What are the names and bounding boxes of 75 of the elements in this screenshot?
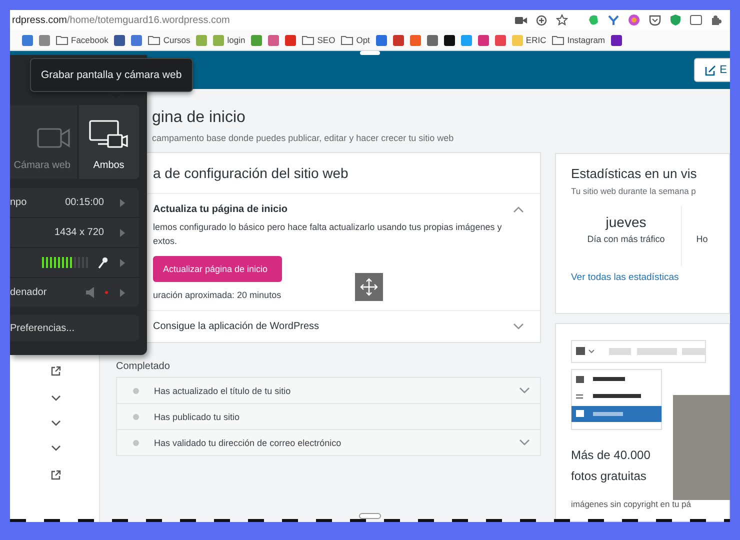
mode-option[interactable]: Cámara web (10, 105, 76, 179)
task-description: lemos configurado lo básico pero hace falta actualizarlo usando tus propias imágenes y extos. (153, 221, 503, 248)
external-link-icon[interactable] (51, 366, 61, 376)
preferences-item[interactable]: Preferencias... (10, 315, 139, 341)
resize-handle[interactable] (360, 51, 380, 55)
folder-icon (302, 35, 314, 45)
setting-row[interactable]: 1434 x 720 (10, 218, 139, 248)
move-icon[interactable] (355, 273, 383, 301)
bookmark[interactable]: SEO (302, 35, 336, 45)
arrow-right-icon (120, 198, 125, 206)
bookmark-favicon-icon[interactable] (444, 34, 455, 46)
metric-label: Ho (696, 234, 708, 244)
completed-task-row[interactable]: Has validado tu dirección de correo electrónico (117, 430, 540, 455)
page-title: gina de inicio (151, 109, 246, 127)
bookmark[interactable]: ERIC (512, 34, 546, 46)
arrow-right-icon (120, 228, 125, 236)
bullet-icon (133, 414, 139, 420)
bookmark[interactable]: Facebook (56, 35, 108, 45)
address-field[interactable]: rdpress.com/home/totemguard16.wordpress.com (10, 14, 230, 26)
bookmark[interactable]: Cursos (148, 35, 190, 45)
bullet-icon (133, 388, 139, 394)
folder-icon (552, 35, 564, 45)
y-letter-icon[interactable] (608, 14, 619, 26)
chevron-down-icon[interactable] (51, 395, 61, 401)
update-homepage-button[interactable]: Actualizar página de inicio (153, 256, 282, 282)
card-title: Más de 40.000 fotos gratuitas (571, 447, 651, 485)
pocket-icon[interactable] (649, 14, 661, 26)
bookmark-favicon-icon[interactable] (611, 34, 622, 46)
mode-option[interactable]: Ambos (78, 105, 139, 179)
bookmark-favicon-icon[interactable] (114, 34, 126, 46)
arrow-right-icon (120, 288, 125, 296)
camera-icon[interactable] (515, 16, 527, 24)
page-subtitle: campamento base donde puedes publicar, editar y hacer crecer tu sitio web (151, 133, 455, 143)
shield-icon[interactable] (670, 14, 681, 26)
duration-text: uración aproximada: 20 minutos (153, 290, 282, 300)
bullet-icon (133, 440, 139, 446)
card-text: imágenes sin copyright en tu pá (571, 499, 692, 509)
setting-row[interactable]: npo 00:15:00 (10, 188, 139, 218)
task-title[interactable]: Consigue la aplicación de WordPress (153, 321, 320, 332)
edit-icon (704, 64, 716, 76)
section-title: Completado (116, 361, 171, 372)
bookmark[interactable]: login (213, 34, 246, 46)
completed-task-row[interactable]: Has publicado tu sitio (117, 404, 540, 430)
card-title: Estadísticas en un vis (571, 166, 698, 181)
audio-level-meter (42, 257, 90, 268)
resize-handle[interactable] (359, 513, 381, 519)
tooltip-pointer-icon (110, 92, 122, 98)
folder-icon (148, 35, 160, 45)
task-title[interactable]: Actualiza tu página de inicio (153, 204, 288, 215)
write-button[interactable]: E (694, 58, 730, 82)
zoom-icon[interactable] (536, 14, 547, 26)
puzzle-icon[interactable] (711, 14, 722, 26)
screen-and-camera-icon (88, 120, 129, 150)
chevron-icon[interactable] (513, 323, 524, 330)
card-icon[interactable] (690, 15, 702, 25)
folder-icon (56, 35, 68, 45)
external-link-icon[interactable] (51, 470, 61, 480)
chevron-down-icon[interactable] (51, 445, 61, 451)
video-camera-icon (36, 126, 70, 150)
microphone-icon (98, 256, 108, 268)
color-wheel-icon[interactable] (628, 14, 640, 26)
bookmark[interactable]: Opt (341, 35, 370, 45)
card-subtitle: Tu sitio web durante la semana p (571, 186, 697, 196)
metric-value: jueves (606, 214, 646, 230)
chevron-icon[interactable] (513, 206, 524, 213)
bookmark[interactable]: Instagram (552, 35, 606, 45)
chevron-down-icon[interactable] (51, 420, 61, 426)
stats-link[interactable]: Ver todas las estadísticas (571, 272, 729, 283)
completed-task-row[interactable]: Has actualizado el título de tu sitio (117, 378, 540, 404)
star-icon[interactable] (556, 14, 568, 26)
arrow-right-icon (120, 258, 125, 266)
tooltip: Grabar pantalla y cámara web (30, 58, 193, 92)
setting-row[interactable]: denador (10, 278, 139, 307)
folder-icon (341, 35, 354, 45)
metric-label: Día con más tráfico (587, 234, 665, 244)
